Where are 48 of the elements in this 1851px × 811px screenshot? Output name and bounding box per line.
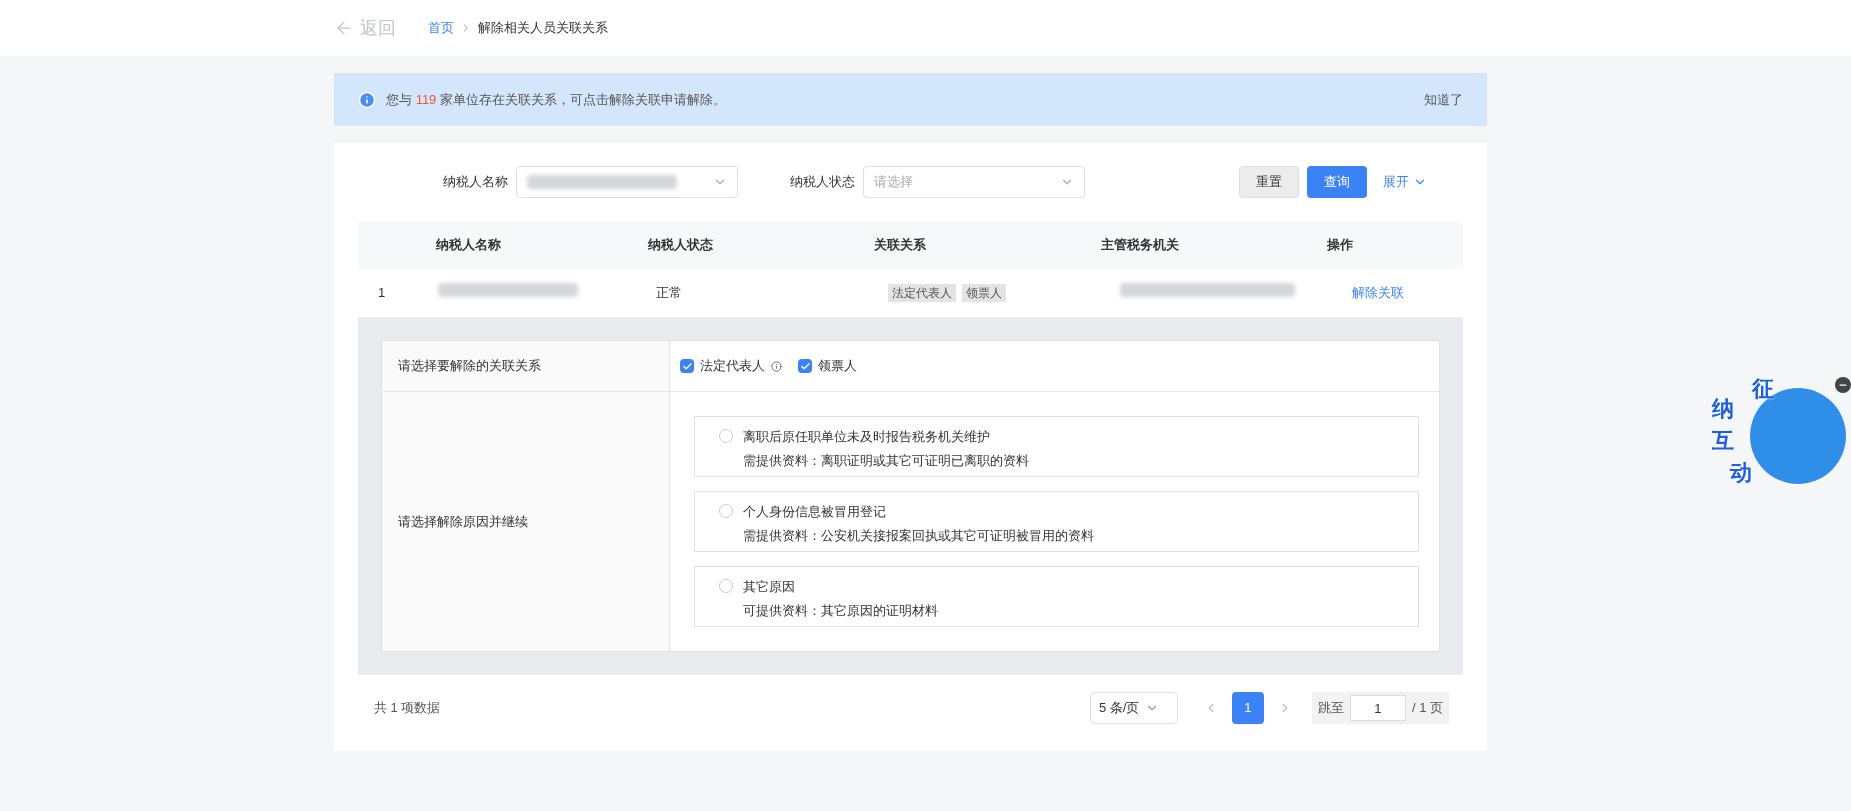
relation-tag: 法定代表人: [888, 284, 956, 302]
mascot-character: 纳: [1712, 395, 1734, 423]
info-icon: [358, 90, 376, 109]
reason-title: 个人身份信息被冒用登记: [743, 503, 887, 521]
mascot-character: 征: [1752, 375, 1774, 403]
reason-title: 离职后原任职单位未及时报告税务机关维护: [743, 428, 991, 446]
relation-checkbox[interactable]: 法定代表人: [680, 356, 782, 376]
status-cell-text: 正常: [656, 284, 683, 303]
column-header: 操作: [1326, 236, 1354, 255]
dismiss-link[interactable]: 知道了: [1424, 89, 1463, 110]
page-size-select[interactable]: 5 条/页: [1089, 692, 1178, 724]
expand-link[interactable]: 展开: [1383, 172, 1427, 192]
row-index: 1: [377, 284, 387, 303]
jump-label: 跳至: [1317, 699, 1344, 718]
reason-option[interactable]: 离职后原任职单位未及时报告税务机关维护 需提供资料：离职证明或其它可证明已离职的资料: [694, 416, 1419, 477]
column-header: 纳税人名称: [435, 236, 502, 255]
unlink-link[interactable]: 解除关联: [1352, 283, 1404, 303]
page-total: / 1 页: [1411, 699, 1443, 718]
reason-note: 需提供资料：离职证明或其它可证明已离职的资料: [743, 451, 1029, 470]
reason-note: 需提供资料：公安机关接报案回执或其它可证明被冒用的资料: [743, 526, 1094, 545]
column-header: 纳税人状态: [648, 236, 715, 255]
relation-checkbox[interactable]: 领票人: [798, 356, 857, 376]
mascot-character: 动: [1730, 459, 1752, 487]
minimize-button[interactable]: [1835, 377, 1851, 393]
check-icon: [799, 360, 811, 372]
column-header: 主管税务机关: [1100, 236, 1180, 255]
relation-label: 请选择要解除的关联关系: [398, 357, 541, 376]
check-icon: [681, 360, 693, 372]
reason-label: 请选择解除原因并继续: [398, 512, 528, 531]
page-button[interactable]: 1: [1231, 692, 1264, 724]
alert-message: 您与 119 家单位存在关联关系，可点击解除关联申请解除。: [386, 90, 726, 109]
reset-button[interactable]: 重置: [1239, 166, 1299, 198]
page-input[interactable]: 1: [1349, 695, 1406, 721]
select-field[interactable]: [516, 166, 738, 198]
mascot-character: 互: [1712, 427, 1734, 455]
reason-note: 可提供资料：其它原因的证明材料: [743, 601, 938, 620]
column-header: 关联关系: [874, 236, 928, 255]
reason-option[interactable]: 其它原因 可提供资料：其它原因的证明材料: [694, 566, 1419, 627]
breadcrumb-link[interactable]: 首页: [428, 18, 454, 38]
reason-option[interactable]: 个人身份信息被冒用登记 需提供资料：公安机关接报案回执或其它可证明被冒用的资料: [694, 491, 1419, 552]
filter-label: 纳税人名称: [443, 173, 508, 192]
total-count: 共 1 项数据: [374, 699, 441, 718]
relation-tag: 领票人: [962, 284, 1006, 302]
breadcrumb-current: 解除相关人员关联关系: [478, 19, 608, 38]
filter-label: 纳税人状态: [790, 173, 855, 192]
reason-title: 其它原因: [743, 578, 796, 596]
info-icon: [771, 360, 782, 372]
query-button[interactable]: 查询: [1307, 166, 1367, 198]
